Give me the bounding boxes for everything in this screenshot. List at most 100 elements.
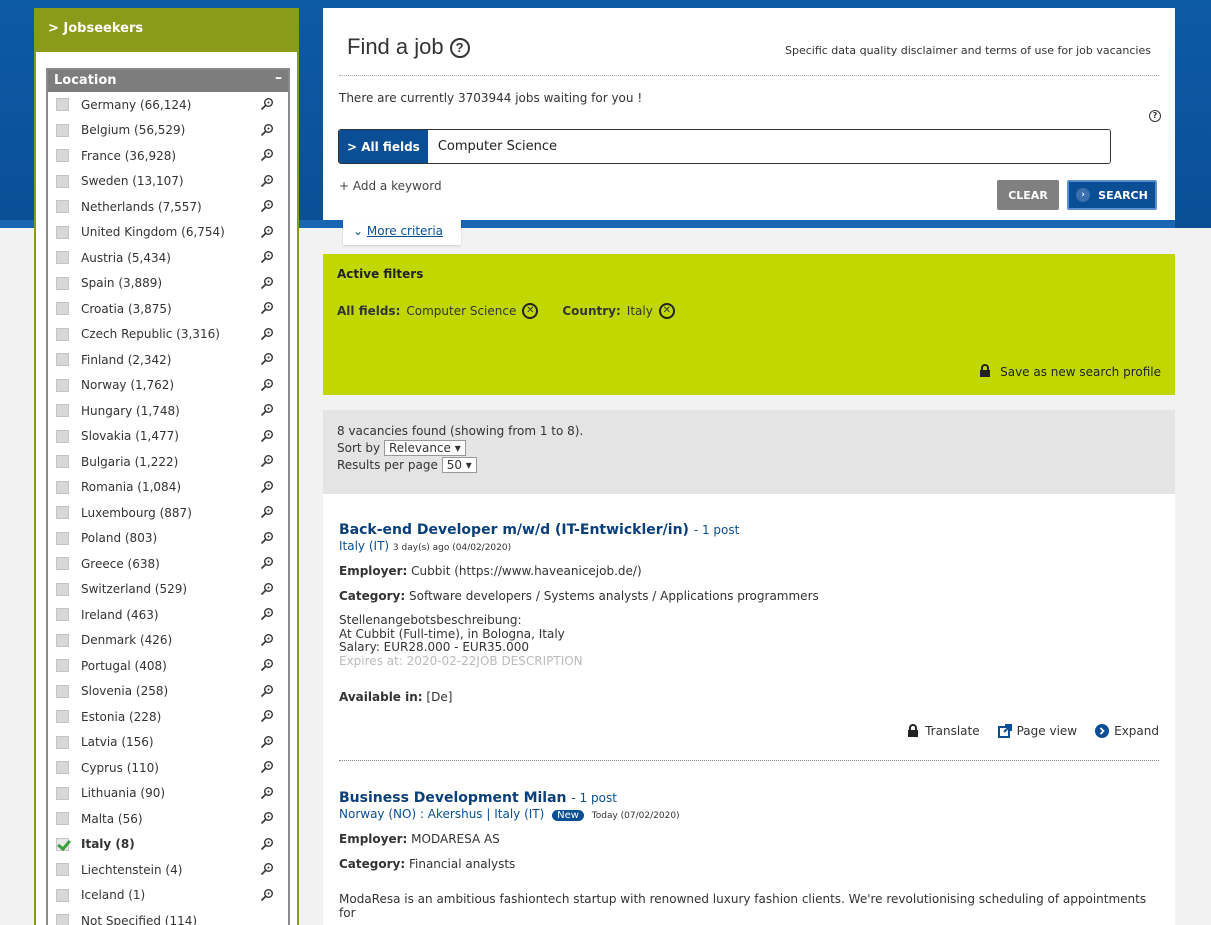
location-item[interactable]: Slovenia (258) — [48, 679, 288, 705]
location-item[interactable]: Denmark (426) — [48, 628, 288, 654]
search-icon[interactable] — [260, 709, 274, 723]
search-input[interactable] — [427, 130, 1110, 163]
location-item[interactable]: Switzerland (529) — [48, 577, 288, 603]
location-checkbox[interactable] — [56, 608, 69, 622]
location-item[interactable]: Not Specified (114) — [48, 908, 288, 925]
location-item[interactable]: Poland (803) — [48, 526, 288, 552]
location-checkbox[interactable] — [56, 659, 69, 673]
location-checkbox[interactable] — [56, 531, 69, 545]
job-location-text[interactable]: Norway (NO) : Akershus | Italy (IT) — [339, 807, 544, 821]
page-view-action[interactable]: Page view — [997, 724, 1077, 738]
location-checkbox[interactable] — [56, 863, 69, 877]
location-item[interactable]: Netherlands (7,557) — [48, 194, 288, 220]
location-checkbox[interactable] — [56, 327, 69, 341]
search-icon[interactable] — [260, 123, 274, 137]
location-item[interactable]: Liechtenstein (4) — [48, 857, 288, 883]
location-checkbox[interactable] — [56, 353, 69, 367]
remove-filter-icon[interactable]: ✕ — [522, 303, 539, 319]
job-title-link[interactable]: Business Development Milan — [339, 790, 567, 806]
search-icon[interactable] — [260, 582, 274, 596]
search-icon[interactable] — [260, 327, 274, 341]
job-title-link[interactable]: Back-end Developer m/w/d (IT-Entwickler/… — [339, 522, 689, 538]
search-icon[interactable] — [260, 174, 274, 188]
search-button[interactable]: › SEARCH — [1067, 180, 1157, 210]
search-icon[interactable] — [260, 378, 274, 392]
location-item[interactable]: Spain (3,889) — [48, 271, 288, 297]
search-icon[interactable] — [260, 760, 274, 774]
location-checkbox[interactable] — [56, 149, 69, 163]
save-search-profile-link[interactable]: Save as new search profile — [978, 364, 1161, 379]
location-checkbox[interactable] — [56, 506, 69, 520]
location-item[interactable]: Austria (5,434) — [48, 245, 288, 271]
jobseekers-header[interactable]: > Jobseekers — [36, 8, 297, 52]
location-checkbox[interactable] — [56, 378, 69, 392]
search-icon[interactable] — [260, 658, 274, 672]
location-item[interactable]: Croatia (3,875) — [48, 296, 288, 322]
location-checkbox[interactable] — [56, 633, 69, 647]
location-checkbox[interactable] — [56, 786, 69, 800]
location-checkbox[interactable] — [56, 276, 69, 290]
help-small-icon[interactable]: ? — [1149, 110, 1161, 122]
location-item[interactable]: Finland (2,342) — [48, 347, 288, 373]
expand-action[interactable]: Expand — [1095, 724, 1159, 738]
location-item[interactable]: Italy (8) — [48, 832, 288, 858]
add-keyword-link[interactable]: + Add a keyword — [339, 179, 442, 193]
search-icon[interactable] — [260, 225, 274, 239]
search-icon[interactable] — [260, 633, 274, 647]
search-icon[interactable] — [260, 454, 274, 468]
location-item[interactable]: Lithuania (90) — [48, 781, 288, 807]
location-checkbox[interactable] — [56, 812, 69, 826]
location-checkbox[interactable] — [56, 557, 69, 571]
location-checkbox[interactable] — [56, 582, 69, 596]
location-checkbox[interactable] — [56, 200, 69, 214]
search-icon[interactable] — [260, 301, 274, 315]
clear-button[interactable]: CLEAR — [997, 180, 1059, 210]
location-checkbox[interactable] — [56, 684, 69, 698]
location-item[interactable]: Cyprus (110) — [48, 755, 288, 781]
location-checkbox[interactable] — [56, 455, 69, 469]
location-item[interactable]: Norway (1,762) — [48, 373, 288, 399]
job-location-text[interactable]: Italy (IT) — [339, 539, 389, 553]
location-checkbox[interactable] — [56, 761, 69, 775]
search-icon[interactable] — [260, 862, 274, 876]
search-icon[interactable] — [260, 607, 274, 621]
location-checkbox[interactable] — [56, 480, 69, 494]
location-checkbox[interactable] — [56, 888, 69, 902]
location-checkbox[interactable] — [56, 174, 69, 188]
location-checkbox[interactable] — [56, 735, 69, 749]
search-icon[interactable] — [260, 531, 274, 545]
search-icon[interactable] — [260, 684, 274, 698]
location-item[interactable]: Sweden (13,107) — [48, 169, 288, 195]
location-item[interactable]: Hungary (1,748) — [48, 398, 288, 424]
location-item[interactable]: Latvia (156) — [48, 730, 288, 756]
search-icon[interactable] — [260, 148, 274, 162]
per-page-select[interactable]: 50 ▾ — [441, 457, 477, 473]
search-icon[interactable] — [260, 837, 274, 851]
sort-select[interactable]: Relevance ▾ — [383, 440, 466, 456]
location-panel-header[interactable]: Location – — [48, 70, 288, 92]
remove-filter-icon[interactable]: ✕ — [658, 303, 675, 319]
search-icon[interactable] — [260, 403, 274, 417]
search-icon[interactable] — [260, 786, 274, 800]
location-item[interactable]: Czech Republic (3,316) — [48, 322, 288, 348]
more-criteria-toggle[interactable]: ⌄ More criteria — [343, 218, 461, 245]
location-checkbox[interactable] — [56, 837, 69, 851]
location-checkbox[interactable] — [56, 710, 69, 724]
location-checkbox[interactable] — [56, 429, 69, 443]
location-item[interactable]: Estonia (228) — [48, 704, 288, 730]
search-icon[interactable] — [260, 505, 274, 519]
location-item[interactable]: Greece (638) — [48, 551, 288, 577]
location-item[interactable]: France (36,928) — [48, 143, 288, 169]
location-item[interactable]: Romania (1,084) — [48, 475, 288, 501]
location-checkbox[interactable] — [56, 98, 69, 112]
search-icon[interactable] — [260, 735, 274, 749]
location-item[interactable]: Luxembourg (887) — [48, 500, 288, 526]
search-icon[interactable] — [260, 250, 274, 264]
search-icon[interactable] — [260, 480, 274, 494]
location-item[interactable]: United Kingdom (6,754) — [48, 220, 288, 246]
location-item[interactable]: Germany (66,124) — [48, 92, 288, 118]
search-icon[interactable] — [260, 199, 274, 213]
search-icon[interactable] — [260, 97, 274, 111]
search-icon[interactable] — [260, 352, 274, 366]
search-icon[interactable] — [260, 888, 274, 902]
